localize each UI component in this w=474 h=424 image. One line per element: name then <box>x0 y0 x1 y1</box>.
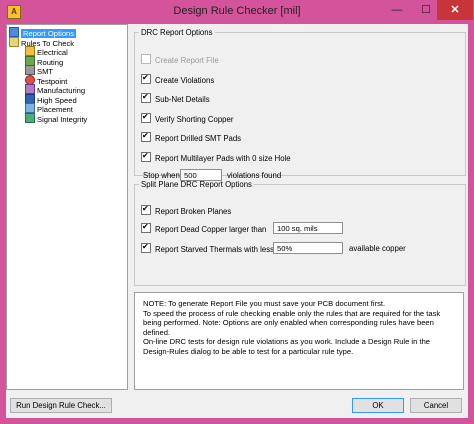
dialog-client: Report Options Rules To Check Electrical… <box>6 24 468 418</box>
dead-copper-input[interactable]: 100 sq. mils <box>273 222 343 234</box>
create-report-file-checkbox <box>141 54 151 64</box>
verify-shorting-copper-option[interactable]: Verify Shorting Copper <box>141 111 233 125</box>
tree-item-smt[interactable]: SMT <box>25 65 53 76</box>
electrical-icon <box>25 46 35 56</box>
tree-item-electrical[interactable]: Electrical <box>25 46 68 57</box>
report-starved-thermals-option[interactable]: Report Starved Thermals with less than <box>141 241 291 255</box>
smt-icon <box>25 65 35 75</box>
title-bar[interactable]: A Design Rule Checker [mil] — ☐ ✕ <box>0 0 474 24</box>
close-button[interactable]: ✕ <box>437 0 473 20</box>
rules-to-check-icon <box>9 37 19 47</box>
drc-report-options-legend: DRC Report Options <box>141 28 213 37</box>
report-broken-planes-option[interactable]: Report Broken Planes <box>141 203 231 217</box>
drc-report-options-group: DRC Report Options Create Report File Cr… <box>134 28 466 181</box>
cancel-button[interactable]: Cancel <box>410 398 462 413</box>
tree-item-placement[interactable]: Placement <box>25 103 73 114</box>
starved-thermals-input[interactable]: 50% <box>273 242 343 254</box>
report-dead-copper-option[interactable]: Report Dead Copper larger than <box>141 221 266 235</box>
options-panel: DRC Report Options Create Report File Cr… <box>134 24 466 390</box>
available-copper-label: available copper <box>349 244 406 253</box>
verify-shorting-copper-checkbox[interactable] <box>141 111 151 123</box>
report-dead-copper-checkbox[interactable] <box>141 221 151 233</box>
maximize-button[interactable]: ☐ <box>412 0 440 20</box>
signal-integrity-icon <box>25 113 35 123</box>
report-drilled-smt-pads-checkbox[interactable] <box>141 130 151 142</box>
report-drilled-smt-pads-option[interactable]: Report Drilled SMT Pads <box>141 130 241 144</box>
ok-button[interactable]: OK <box>352 398 404 413</box>
run-drc-button[interactable]: Run Design Rule Check... <box>10 398 112 413</box>
report-starved-thermals-checkbox[interactable] <box>141 241 151 253</box>
minimize-button[interactable]: — <box>383 0 411 20</box>
report-broken-planes-checkbox[interactable] <box>141 203 151 215</box>
sub-net-details-checkbox[interactable] <box>141 91 151 103</box>
create-violations-option[interactable]: Create Violations <box>141 72 214 86</box>
tree-item-manufacturing[interactable]: Manufacturing <box>25 84 85 95</box>
manufacturing-icon <box>25 84 35 94</box>
split-plane-options-legend: Split Plane DRC Report Options <box>141 180 252 189</box>
note-text: NOTE: To generate Report File you must s… <box>134 292 464 390</box>
report-options-icon <box>9 27 19 37</box>
create-report-file-option: Create Report File <box>141 54 219 66</box>
tree-item-signal-integrity[interactable]: Signal Integrity <box>25 113 87 124</box>
split-plane-options-group: Split Plane DRC Report Options Report Br… <box>134 180 466 286</box>
tree-item-report-options[interactable]: Report Options <box>9 27 77 38</box>
create-violations-checkbox[interactable] <box>141 72 151 84</box>
sub-net-details-option[interactable]: Sub-Net Details <box>141 91 210 105</box>
rules-tree[interactable]: Report Options Rules To Check Electrical… <box>6 24 128 390</box>
report-multilayer-pads-option[interactable]: Report Multilayer Pads with 0 size Hole <box>141 150 291 164</box>
placement-icon <box>25 103 35 113</box>
report-multilayer-pads-checkbox[interactable] <box>141 150 151 162</box>
